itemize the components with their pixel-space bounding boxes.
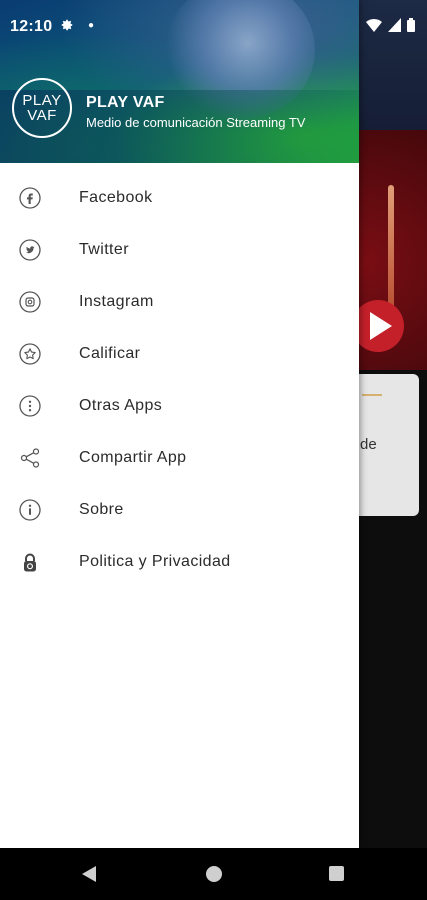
- app-logo: PLAY VAF: [12, 78, 72, 138]
- settings-icon: [60, 18, 74, 35]
- wifi-icon: [366, 18, 382, 32]
- drawer-menu: Facebook Twitter Instagram Calificar Otr…: [0, 172, 359, 588]
- share-icon: [19, 447, 41, 469]
- facebook-icon: [19, 187, 41, 209]
- app-title: PLAY VAF: [86, 94, 165, 111]
- navigation-drawer: PLAY VAF PLAY VAF Medio de comunicación …: [0, 0, 359, 848]
- menu-item-politica-privacidad[interactable]: Politica y Privacidad: [0, 536, 359, 588]
- menu-item-twitter[interactable]: Twitter: [0, 224, 359, 276]
- menu-label-otras-apps: Otras Apps: [79, 397, 163, 414]
- menu-label-facebook: Facebook: [79, 189, 153, 206]
- status-time: 12:10: [10, 18, 53, 35]
- battery-icon: [407, 18, 415, 32]
- menu-label-instagram: Instagram: [79, 293, 154, 310]
- app-subtitle: Medio de comunicación Streaming TV: [86, 115, 306, 130]
- home-icon[interactable]: [206, 866, 222, 882]
- menu-label-compartir-app: Compartir App: [79, 449, 187, 466]
- menu-item-instagram[interactable]: Instagram: [0, 276, 359, 328]
- menu-label-twitter: Twitter: [79, 241, 129, 258]
- app-logo-line2: VAF: [27, 107, 57, 124]
- notification-dot-icon: ●: [88, 20, 95, 31]
- background-card-text: de: [360, 436, 377, 453]
- back-icon[interactable]: [82, 866, 96, 882]
- status-right-icons: [366, 18, 415, 32]
- info-icon: [19, 499, 41, 521]
- instagram-icon: [19, 291, 41, 313]
- twitter-icon: [19, 239, 41, 261]
- menu-item-facebook[interactable]: Facebook: [0, 172, 359, 224]
- lock-icon: [19, 551, 41, 573]
- menu-label-politica-privacidad: Politica y Privacidad: [79, 553, 231, 570]
- menu-item-calificar[interactable]: Calificar: [0, 328, 359, 380]
- menu-item-compartir-app[interactable]: Compartir App: [0, 432, 359, 484]
- status-bar: 12:10 ●: [0, 0, 427, 50]
- recents-icon[interactable]: [329, 866, 344, 881]
- menu-label-sobre: Sobre: [79, 501, 124, 518]
- more-vertical-icon: [19, 395, 41, 417]
- play-icon[interactable]: [352, 300, 404, 352]
- signal-icon: [388, 18, 401, 32]
- background-card-accent: [362, 394, 382, 396]
- menu-item-sobre[interactable]: Sobre: [0, 484, 359, 536]
- system-nav-bar: [0, 848, 427, 900]
- app-logo-line1: PLAY: [22, 92, 62, 109]
- menu-item-otras-apps[interactable]: Otras Apps: [0, 380, 359, 432]
- menu-label-calificar: Calificar: [79, 345, 141, 362]
- star-icon: [19, 343, 41, 365]
